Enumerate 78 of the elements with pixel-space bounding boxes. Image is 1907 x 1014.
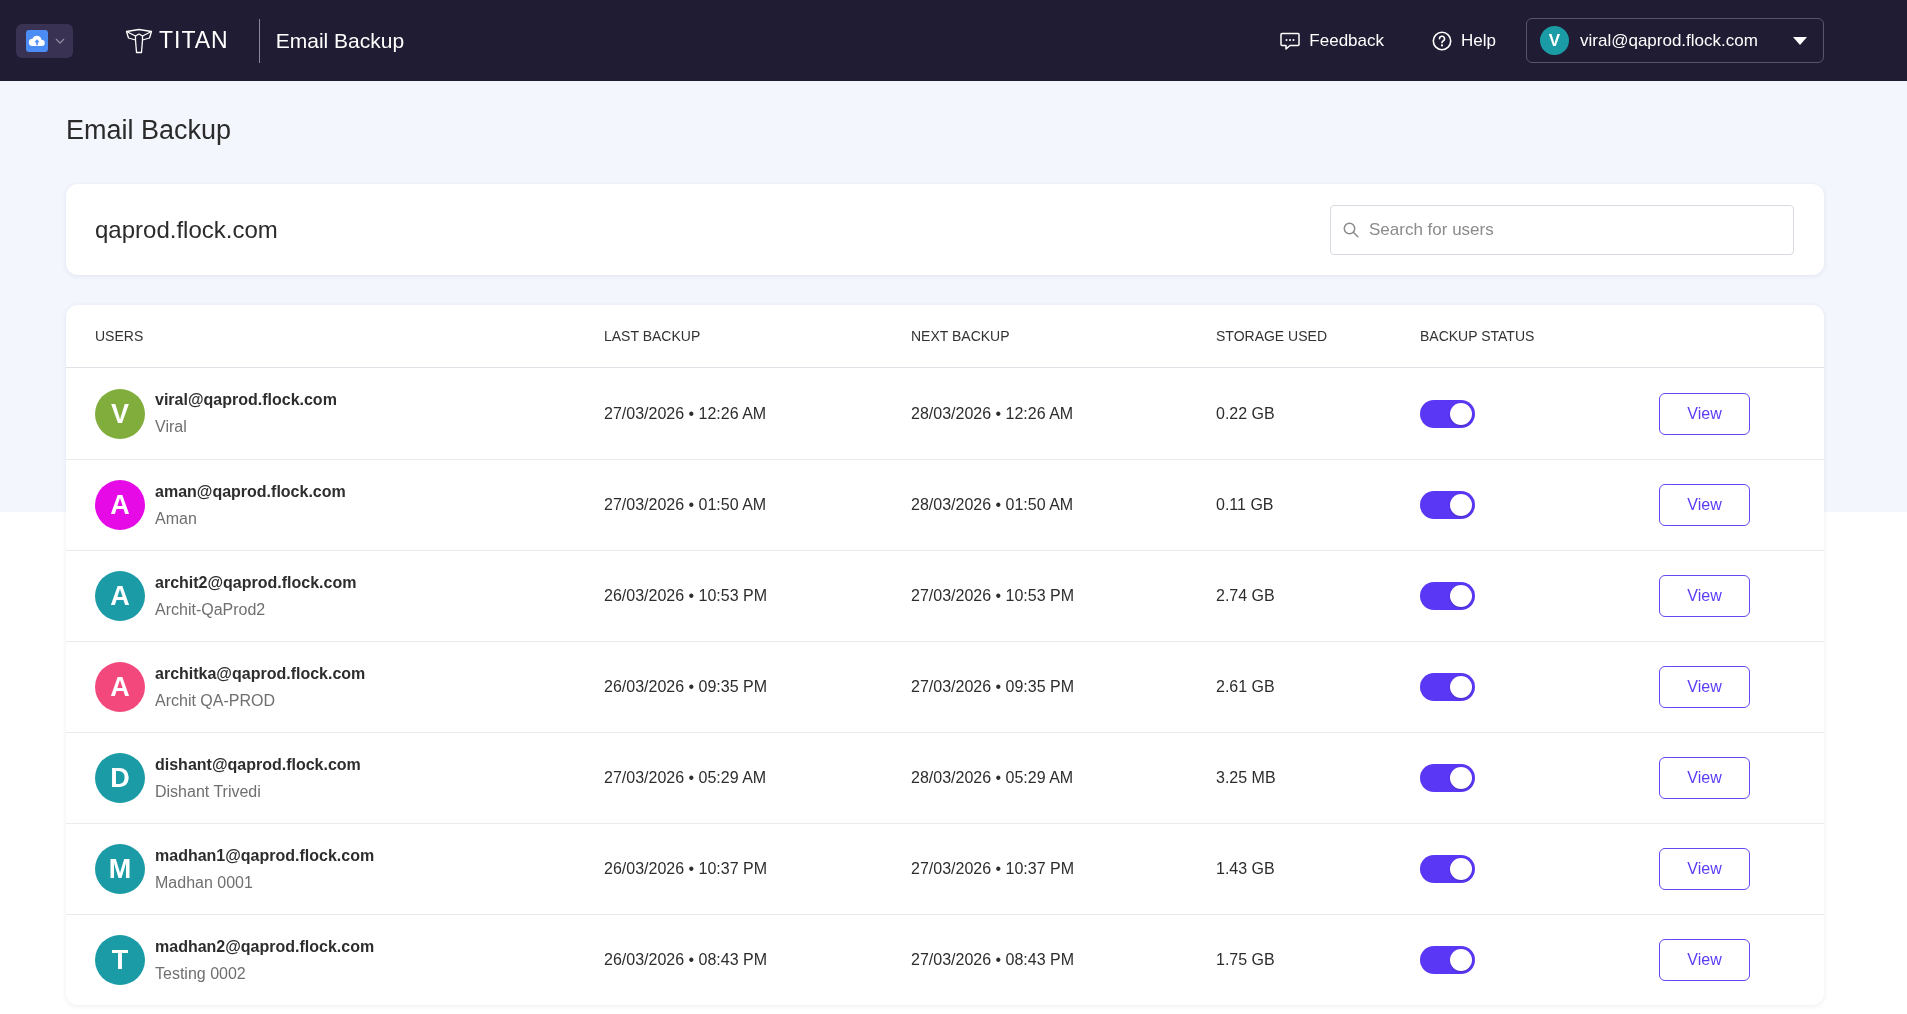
column-header: LAST BACKUP bbox=[604, 326, 701, 346]
column-header: BACKUP STATUS bbox=[1420, 326, 1535, 346]
user-email: aman@qaprod.flock.com bbox=[155, 481, 346, 502]
column-header: STORAGE USED bbox=[1216, 326, 1327, 346]
user-email: architka@qaprod.flock.com bbox=[155, 663, 366, 684]
last-backup-date: 27/03/2026 • 01:50 AM bbox=[604, 496, 767, 513]
backup-toggle[interactable] bbox=[1420, 582, 1475, 610]
user-name: Archit-QaProd2 bbox=[155, 599, 266, 620]
user-name: Aman bbox=[155, 508, 197, 529]
view-button[interactable]: View bbox=[1659, 757, 1750, 799]
storage-used: 2.61 GB bbox=[1216, 678, 1275, 695]
help-link[interactable]: Help bbox=[1432, 27, 1496, 54]
search-field[interactable]: Search for users bbox=[1330, 204, 1794, 255]
user-name: Madhan 0001 bbox=[155, 872, 253, 893]
help-icon bbox=[1432, 30, 1453, 51]
last-backup-date: 27/03/2026 • 05:29 AM bbox=[604, 769, 767, 786]
view-button[interactable]: View bbox=[1659, 392, 1750, 435]
user-name: Testing 0002 bbox=[155, 963, 246, 984]
chat-bubble-icon bbox=[1280, 31, 1301, 50]
backup-toggle[interactable] bbox=[1420, 855, 1475, 883]
storage-used: 2.74 GB bbox=[1216, 587, 1275, 604]
user-email: madhan2@qaprod.flock.com bbox=[155, 936, 375, 957]
user-avatar: T bbox=[95, 935, 145, 985]
backup-toggle[interactable] bbox=[1420, 491, 1475, 519]
next-backup-date: 27/03/2026 • 10:37 PM bbox=[911, 860, 1075, 877]
storage-used: 0.22 GB bbox=[1216, 404, 1275, 422]
user-avatar: M bbox=[95, 844, 145, 894]
logo-icon bbox=[125, 27, 153, 54]
last-backup-date: 27/03/2026 • 12:26 AM bbox=[604, 404, 767, 422]
user-name: Viral bbox=[155, 417, 187, 437]
app-switcher-button[interactable] bbox=[16, 23, 73, 58]
app-title: Email Backup bbox=[275, 27, 405, 54]
next-backup-date: 28/03/2026 • 01:50 AM bbox=[911, 496, 1074, 513]
chevron-down-icon bbox=[55, 37, 65, 44]
account-dropdown[interactable]: V viral@qaprod.flock.com bbox=[1526, 18, 1824, 63]
cloud-upload-icon bbox=[26, 29, 48, 52]
feedback-link[interactable]: Feedback bbox=[1280, 27, 1385, 54]
view-button[interactable]: View bbox=[1659, 575, 1750, 617]
backup-toggle[interactable] bbox=[1420, 764, 1475, 792]
account-avatar: V bbox=[1540, 26, 1569, 55]
user-avatar: A bbox=[95, 571, 145, 621]
next-backup-date: 28/03/2026 • 05:29 AM bbox=[911, 769, 1074, 786]
last-backup-date: 26/03/2026 • 10:37 PM bbox=[604, 860, 768, 877]
backup-toggle[interactable] bbox=[1420, 399, 1475, 428]
caret-down-icon bbox=[1793, 36, 1807, 45]
last-backup-date: 26/03/2026 • 09:35 PM bbox=[604, 678, 768, 695]
backup-toggle[interactable] bbox=[1420, 673, 1475, 701]
page-title: Email Backup bbox=[66, 114, 232, 146]
storage-used: 1.75 GB bbox=[1216, 951, 1275, 968]
user-avatar: A bbox=[95, 662, 145, 712]
user-name: Archit QA-PROD bbox=[155, 690, 275, 711]
user-avatar: A bbox=[95, 480, 145, 530]
next-backup-date: 27/03/2026 • 08:43 PM bbox=[911, 951, 1075, 968]
user-email: madhan1@qaprod.flock.com bbox=[155, 845, 375, 866]
logo-text: TITAN bbox=[159, 29, 229, 52]
user-name: Dishant Trivedi bbox=[155, 781, 261, 802]
user-email: dishant@qaprod.flock.com bbox=[155, 754, 361, 775]
next-backup-date: 27/03/2026 • 10:53 PM bbox=[911, 587, 1075, 604]
view-button[interactable]: View bbox=[1659, 848, 1750, 890]
domain-name: qaprod.flock.com bbox=[95, 214, 278, 245]
next-backup-date: 28/03/2026 • 12:26 AM bbox=[911, 404, 1074, 422]
user-email: viral@qaprod.flock.com bbox=[155, 390, 337, 410]
last-backup-date: 26/03/2026 • 10:53 PM bbox=[604, 587, 768, 604]
column-header: NEXT BACKUP bbox=[911, 326, 1010, 346]
storage-used: 1.43 GB bbox=[1216, 860, 1275, 877]
storage-used: 3.25 MB bbox=[1216, 769, 1276, 786]
column-header: USERS bbox=[95, 326, 144, 346]
search-icon bbox=[1343, 221, 1359, 238]
user-email: archit2@qaprod.flock.com bbox=[155, 572, 357, 593]
user-avatar: V bbox=[95, 388, 145, 439]
view-button[interactable]: View bbox=[1659, 666, 1750, 708]
view-button[interactable]: View bbox=[1659, 939, 1750, 981]
backup-toggle[interactable] bbox=[1420, 946, 1475, 974]
last-backup-date: 26/03/2026 • 08:43 PM bbox=[604, 951, 768, 968]
storage-used: 0.11 GB bbox=[1216, 496, 1274, 513]
next-backup-date: 27/03/2026 • 09:35 PM bbox=[911, 678, 1075, 695]
view-button[interactable]: View bbox=[1659, 484, 1750, 526]
user-avatar: D bbox=[95, 753, 145, 803]
